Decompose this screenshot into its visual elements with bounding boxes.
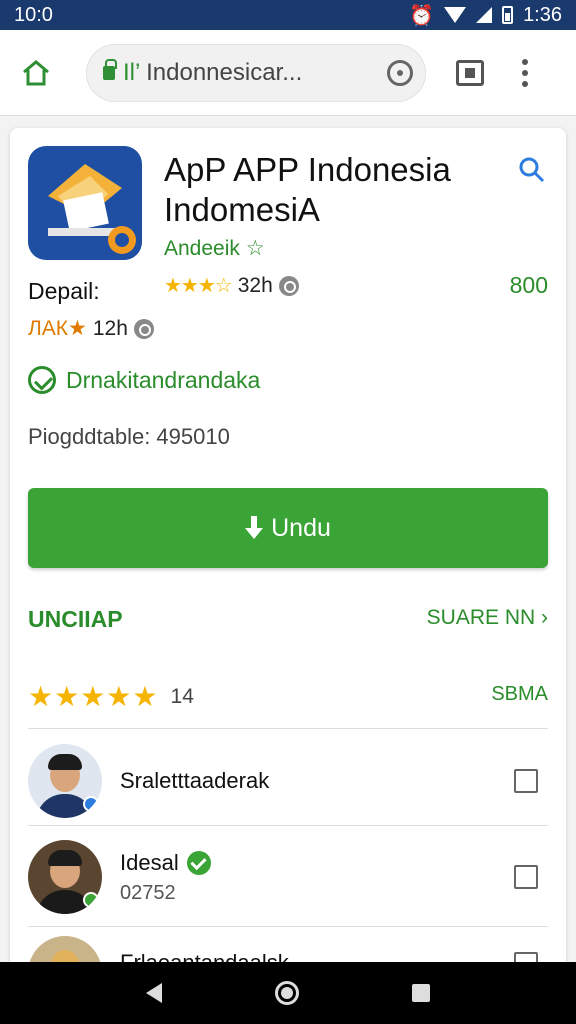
developer-name: Andeeik [164, 236, 240, 260]
app-rating: ★★★☆ 32h [164, 273, 299, 298]
badge-icon [83, 892, 99, 908]
alarm-icon: ⏰ [409, 4, 435, 27]
home-button[interactable] [16, 53, 56, 93]
recent-apps-icon[interactable] [411, 984, 430, 1002]
tabs-icon [465, 67, 475, 78]
review-checkbox[interactable] [514, 865, 538, 889]
battery-icon [502, 6, 514, 24]
app-title: ApP APP Indonesia IndomesiA [164, 151, 451, 228]
browser-toolbar: Il’ Indonnesicar... [0, 30, 576, 116]
review-item[interactable]: Sraletttaaderak [28, 734, 548, 828]
share-link[interactable]: SUARE NN › [427, 606, 548, 630]
reviewer-sub: 02752 [120, 881, 176, 904]
overflow-menu-button[interactable] [522, 58, 528, 87]
status-bar: 10:0 ⏰ 1:36 [0, 0, 576, 30]
status-clock: 1:36 [523, 3, 562, 26]
rating-time: 32h [237, 273, 273, 297]
review-checkbox[interactable] [514, 769, 538, 793]
avatar [28, 840, 102, 914]
wifi-icon [444, 7, 467, 23]
divider [28, 728, 548, 729]
reviews-count: 14 [170, 684, 194, 708]
price-label: 800 [509, 272, 548, 298]
status-icons: ⏰ 1:36 [409, 3, 562, 28]
home-nav-icon[interactable] [274, 981, 299, 1005]
avatar [28, 744, 102, 818]
reviews-rating-row: ★★★★★ 14 [28, 680, 194, 713]
reload-icon[interactable] [387, 59, 413, 86]
download-button[interactable]: Undu [28, 488, 548, 568]
review-item[interactable]: Idesal 02752 [28, 830, 548, 924]
url-text: Il’ Indonnesicar... [123, 58, 303, 86]
signal-icon [476, 7, 493, 23]
status-time: 10:0 [14, 3, 53, 26]
verified-check-icon [28, 366, 56, 394]
detail-rating: ЛАК★ 12h [28, 316, 154, 341]
globe-icon [278, 275, 299, 296]
section-heading: UNCIIAP [28, 606, 123, 632]
divider [28, 825, 548, 826]
detail-time: 12h [92, 316, 128, 340]
badge-icon [83, 796, 99, 812]
star-outline-icon: ☆ [245, 237, 265, 260]
divider [28, 926, 548, 927]
globe-icon [133, 318, 154, 339]
home-icon [23, 59, 49, 85]
downloads-text: Piogddtable: 495010 [28, 424, 230, 449]
reviewer-name: Sraletttaaderak [120, 768, 270, 793]
rating-stars: ★★★☆ [164, 275, 233, 297]
lock-icon [103, 58, 117, 80]
phone-screen: 10:0 ⏰ 1:36 Il’ Indonnesicar... ApP APP … [0, 0, 576, 1024]
verified-row: Drnakitandrandaka [28, 366, 260, 394]
search-icon[interactable] [518, 156, 546, 184]
detail-label: Depail: [28, 278, 100, 304]
verified-badge-icon [186, 850, 211, 875]
download-arrow-icon [245, 516, 264, 540]
download-label: Undu [271, 513, 331, 542]
back-icon[interactable] [146, 983, 163, 1003]
app-card: ApP APP Indonesia IndomesiA Andeeik ☆ ★★… [10, 128, 566, 1010]
tabs-button[interactable] [456, 59, 484, 86]
reviews-stars: ★★★★★ [28, 681, 159, 712]
detail-orange-text: ЛАК★ [28, 317, 87, 340]
see-all-link[interactable]: SBMA [491, 683, 548, 706]
navigation-bar [0, 962, 576, 1024]
app-icon [28, 146, 142, 260]
address-bar[interactable]: Il’ Indonnesicar... [86, 43, 426, 102]
developer-line[interactable]: Andeeik ☆ [164, 236, 265, 261]
reviewer-name: Idesal [120, 849, 179, 875]
verified-text: Drnakitandrandaka [66, 366, 261, 393]
